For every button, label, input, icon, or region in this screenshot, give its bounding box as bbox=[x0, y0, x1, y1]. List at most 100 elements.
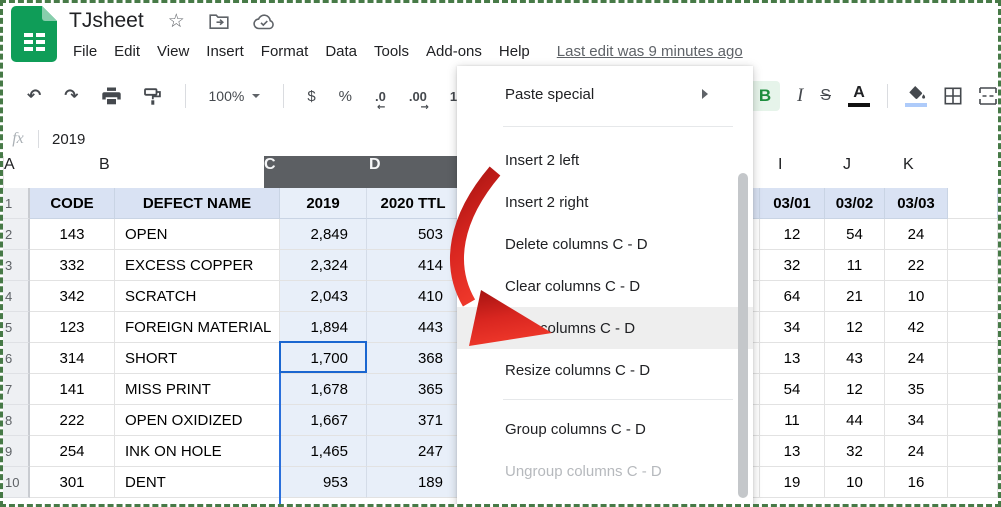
cell[interactable]: 24 bbox=[885, 343, 948, 374]
cell[interactable]: 1,894 bbox=[280, 312, 367, 343]
cell[interactable]: 11 bbox=[825, 250, 885, 281]
cell[interactable]: 13 bbox=[760, 343, 825, 374]
menu-item-resize-columns-c-d[interactable]: Resize columns C - D bbox=[457, 349, 753, 391]
zoom-selector[interactable]: 100% bbox=[209, 88, 261, 104]
row-header-4[interactable]: 4 bbox=[3, 281, 30, 312]
cell[interactable]: OPEN bbox=[115, 219, 280, 250]
cell[interactable]: 301 bbox=[30, 467, 115, 498]
cell[interactable] bbox=[948, 250, 998, 281]
cell[interactable]: INK ON HOLE bbox=[115, 436, 280, 467]
cell[interactable]: 1,465 bbox=[280, 436, 367, 467]
menu-item-insert-2-right[interactable]: Insert 2 right bbox=[457, 181, 753, 223]
column-header-I[interactable]: I bbox=[778, 156, 843, 188]
cell[interactable]: 32 bbox=[760, 250, 825, 281]
cell[interactable]: 34 bbox=[885, 405, 948, 436]
cell[interactable]: 12 bbox=[825, 312, 885, 343]
cell[interactable]: 254 bbox=[30, 436, 115, 467]
cell[interactable]: OPEN OXIDIZED bbox=[115, 405, 280, 436]
cell[interactable]: 03/03 bbox=[885, 188, 948, 219]
menu-insert[interactable]: Insert bbox=[206, 43, 244, 60]
format-percent-button[interactable]: % bbox=[339, 88, 352, 105]
cell[interactable]: DENT bbox=[115, 467, 280, 498]
cell[interactable] bbox=[948, 312, 998, 343]
row-header-8[interactable]: 8 bbox=[3, 405, 30, 436]
cell[interactable]: 24 bbox=[885, 219, 948, 250]
cell[interactable]: 2019 bbox=[280, 188, 367, 219]
cell[interactable]: SCRATCH bbox=[115, 281, 280, 312]
cell[interactable]: 443 bbox=[367, 312, 460, 343]
redo-button[interactable]: ↷ bbox=[64, 86, 78, 106]
cell[interactable]: DEFECT NAME bbox=[115, 188, 280, 219]
cell[interactable]: 42 bbox=[885, 312, 948, 343]
row-header-2[interactable]: 2 bbox=[3, 219, 30, 250]
cell[interactable]: 54 bbox=[825, 219, 885, 250]
merge-cells-button[interactable] bbox=[979, 87, 997, 105]
cell[interactable] bbox=[948, 343, 998, 374]
row-header-10[interactable]: 10 bbox=[3, 467, 30, 498]
cell[interactable]: 410 bbox=[367, 281, 460, 312]
menu-format[interactable]: Format bbox=[261, 43, 309, 60]
cell[interactable]: 11 bbox=[760, 405, 825, 436]
cell[interactable] bbox=[948, 188, 998, 219]
column-header-K[interactable]: K bbox=[903, 156, 966, 188]
decrease-decimal-button[interactable]: .0 bbox=[375, 89, 386, 104]
row-header-3[interactable]: 3 bbox=[3, 250, 30, 281]
cell[interactable]: 503 bbox=[367, 219, 460, 250]
menu-item-clear-columns-c-d[interactable]: Clear columns C - D bbox=[457, 265, 753, 307]
menu-edit[interactable]: Edit bbox=[114, 43, 140, 60]
cell[interactable] bbox=[948, 281, 998, 312]
column-header-A[interactable]: A bbox=[4, 156, 89, 188]
cell[interactable]: 12 bbox=[825, 374, 885, 405]
cell[interactable]: 54 bbox=[760, 374, 825, 405]
cell[interactable]: 21 bbox=[825, 281, 885, 312]
cell[interactable]: 371 bbox=[367, 405, 460, 436]
formula-input[interactable]: 2019 bbox=[52, 131, 85, 148]
cell[interactable]: 19 bbox=[760, 467, 825, 498]
cell[interactable]: 44 bbox=[825, 405, 885, 436]
paint-format-button[interactable] bbox=[144, 88, 162, 105]
cell[interactable]: 2,849 bbox=[280, 219, 367, 250]
cell[interactable] bbox=[948, 405, 998, 436]
cell[interactable]: 2020 TTL bbox=[367, 188, 460, 219]
document-title[interactable]: TJsheet bbox=[69, 9, 144, 33]
cell[interactable]: 368 bbox=[367, 343, 460, 374]
menu-data[interactable]: Data bbox=[325, 43, 357, 60]
cell[interactable]: 189 bbox=[367, 467, 460, 498]
row-header-5[interactable]: 5 bbox=[3, 312, 30, 343]
bold-button[interactable]: B bbox=[750, 81, 780, 111]
italic-button[interactable]: I bbox=[797, 85, 803, 107]
cell[interactable]: 32 bbox=[825, 436, 885, 467]
star-icon[interactable]: ☆ bbox=[168, 12, 185, 31]
cell[interactable]: 141 bbox=[30, 374, 115, 405]
strikethrough-button[interactable]: S bbox=[820, 87, 831, 105]
print-button[interactable] bbox=[102, 87, 121, 105]
cell[interactable]: 365 bbox=[367, 374, 460, 405]
column-header-B[interactable]: B bbox=[89, 156, 264, 188]
cell[interactable]: 342 bbox=[30, 281, 115, 312]
cell[interactable]: 24 bbox=[885, 436, 948, 467]
menu-item-paste-special[interactable]: Paste special bbox=[457, 74, 753, 114]
last-edit-link[interactable]: Last edit was 9 minutes ago bbox=[557, 43, 743, 60]
column-header-J[interactable]: J bbox=[843, 156, 903, 188]
row-header-6[interactable]: 6 bbox=[3, 343, 30, 374]
cell[interactable]: 16 bbox=[885, 467, 948, 498]
borders-button[interactable] bbox=[944, 87, 962, 105]
text-color-button[interactable]: A bbox=[848, 85, 870, 107]
menu-item-delete-columns-c-d[interactable]: Delete columns C - D bbox=[457, 223, 753, 265]
menu-tools[interactable]: Tools bbox=[374, 43, 409, 60]
row-header-1[interactable]: 1 bbox=[3, 188, 30, 219]
cell[interactable]: SHORT bbox=[115, 343, 280, 374]
cell[interactable]: 22 bbox=[885, 250, 948, 281]
menu-scrollbar[interactable] bbox=[738, 173, 748, 498]
cell[interactable]: 953 bbox=[280, 467, 367, 498]
format-currency-button[interactable]: $ bbox=[307, 88, 315, 105]
cell[interactable]: 414 bbox=[367, 250, 460, 281]
fill-color-button[interactable] bbox=[905, 85, 927, 107]
cell[interactable]: 2,324 bbox=[280, 250, 367, 281]
cell[interactable]: EXCESS COPPER bbox=[115, 250, 280, 281]
menu-view[interactable]: View bbox=[157, 43, 189, 60]
cell[interactable]: MISS PRINT bbox=[115, 374, 280, 405]
menu-item-hide-columns-c-d[interactable]: Hide columns C - D bbox=[457, 307, 753, 349]
cell[interactable]: 143 bbox=[30, 219, 115, 250]
row-header-9[interactable]: 9 bbox=[3, 436, 30, 467]
